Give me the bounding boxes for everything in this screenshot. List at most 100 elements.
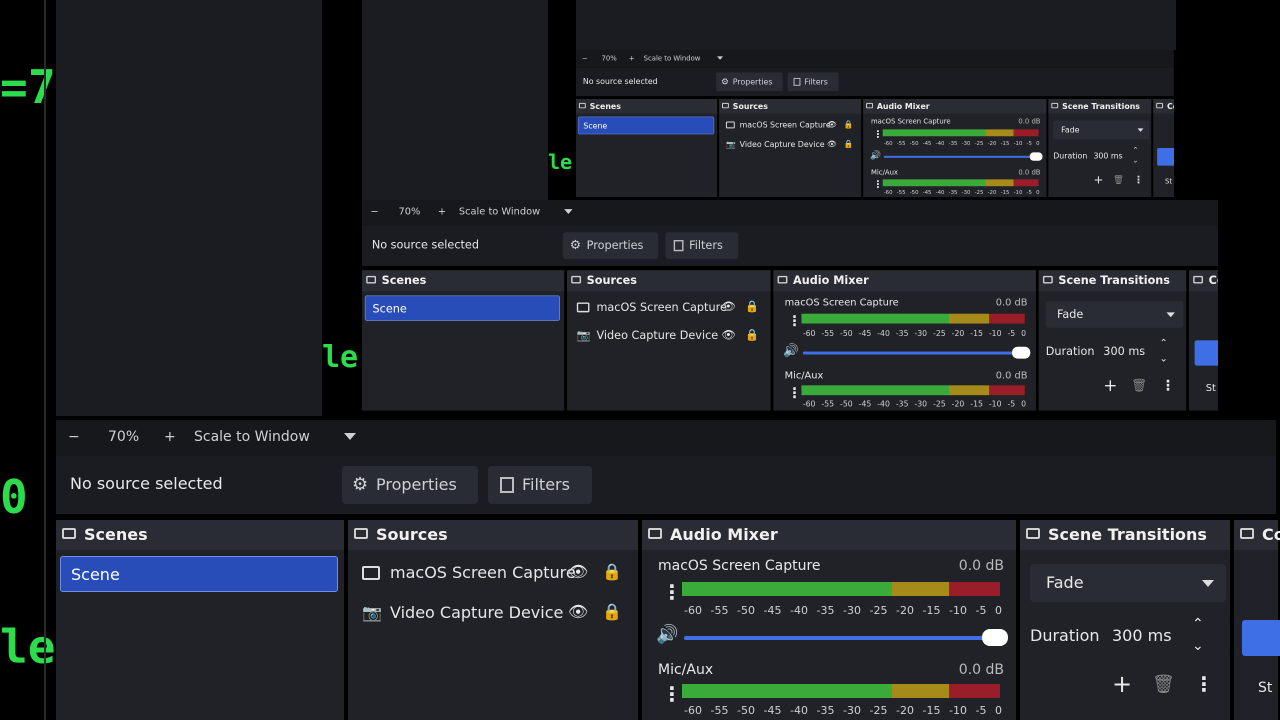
- speaker-icon[interactable]: 🔊: [870, 150, 881, 160]
- chevron-down-icon: [1137, 128, 1144, 132]
- chevron-up-icon[interactable]: ⌃: [1159, 338, 1167, 349]
- chevron-down-icon[interactable]: ⌄: [1192, 638, 1204, 654]
- source-item[interactable]: 📷 Video Capture Device 👁 🔒: [567, 324, 771, 349]
- properties-button[interactable]: ⚙ Properties: [716, 72, 783, 92]
- matrix-char: 7: [28, 60, 56, 114]
- lock-icon[interactable]: 🔒: [602, 602, 622, 621]
- volume-knob[interactable]: [1012, 346, 1031, 359]
- channel-menu-icon[interactable]: ⋮: [873, 178, 883, 190]
- channel-menu-icon[interactable]: ⋮: [787, 312, 801, 329]
- chevron-down-icon[interactable]: ⌄: [1133, 157, 1139, 165]
- source-item[interactable]: macOS Screen Capture 👁 🔒: [719, 117, 861, 135]
- meter-tick: -5: [1026, 189, 1032, 196]
- visibility-eye-icon[interactable]: 👁: [721, 300, 735, 313]
- duration-input[interactable]: 300 ms: [1112, 626, 1172, 645]
- lock-icon[interactable]: 🔒: [602, 562, 622, 581]
- filters-button[interactable]: Filters: [488, 466, 592, 504]
- start-button[interactable]: St: [1206, 383, 1216, 394]
- trash-icon[interactable]: 🗑: [1113, 174, 1124, 184]
- volume-slider[interactable]: [684, 629, 1008, 646]
- properties-button[interactable]: ⚙ Properties: [562, 232, 659, 259]
- zoom-in-button[interactable]: +: [629, 54, 635, 62]
- add-icon[interactable]: +: [1112, 670, 1132, 698]
- gear-icon: ⚙: [569, 237, 582, 253]
- lock-icon[interactable]: 🔒: [745, 328, 759, 341]
- zoom-out-button[interactable]: −: [582, 54, 588, 62]
- meter-tick: -50: [909, 140, 919, 147]
- visibility-eye-icon[interactable]: 👁: [568, 602, 588, 621]
- add-icon[interactable]: +: [1103, 376, 1117, 396]
- source-item[interactable]: macOS Screen Capture 👁 🔒: [567, 295, 771, 320]
- trash-icon[interactable]: 🗑: [1131, 378, 1147, 393]
- transition-select[interactable]: Fade: [1045, 301, 1184, 328]
- properties-button[interactable]: ⚙ Properties: [342, 466, 478, 504]
- channel-name: Mic/Aux: [784, 369, 824, 382]
- zoom-out-button[interactable]: −: [370, 206, 378, 217]
- visibility-eye-icon[interactable]: 👁: [827, 120, 837, 129]
- start-button[interactable]: St: [1258, 680, 1272, 696]
- audio-meter: [682, 582, 1000, 596]
- zoom-out-button[interactable]: −: [68, 429, 80, 445]
- visibility-eye-icon[interactable]: 👁: [721, 328, 735, 341]
- add-icon[interactable]: +: [1093, 173, 1103, 187]
- chevron-down-icon[interactable]: ⌄: [1159, 353, 1167, 364]
- audio-mixer-dock: Audio Mixer macOS Screen Capture 0.0 dB …: [642, 520, 1016, 720]
- scene-item[interactable]: Scene: [364, 295, 560, 321]
- transition-value: Fade: [1056, 307, 1084, 321]
- source-item[interactable]: macOS Screen Capture 👁 🔒: [348, 556, 638, 592]
- meter-tick: -45: [922, 189, 932, 196]
- zoom-in-button[interactable]: +: [438, 206, 446, 217]
- splitter: [44, 0, 46, 720]
- scene-item[interactable]: Scene: [577, 116, 715, 135]
- filters-button[interactable]: Filters: [787, 72, 839, 92]
- volume-slider[interactable]: [883, 152, 1043, 161]
- scale-mode-select[interactable]: Scale to Window: [644, 54, 701, 62]
- channel-menu-icon[interactable]: ⋮: [873, 128, 883, 140]
- start-button[interactable]: St: [1165, 177, 1172, 185]
- studio-mode-button[interactable]: [1157, 148, 1174, 166]
- duration-input[interactable]: 300 ms: [1093, 151, 1122, 160]
- transition-select[interactable]: Fade: [1053, 120, 1150, 140]
- more-options-icon[interactable]: ⋮: [1194, 672, 1214, 696]
- trash-icon[interactable]: 🗑: [1152, 674, 1175, 695]
- scene-item[interactable]: Scene: [60, 556, 338, 592]
- source-label: Video Capture Device: [596, 328, 719, 342]
- channel-menu-icon[interactable]: ⋮: [662, 580, 682, 604]
- more-options-icon[interactable]: ⋮: [1134, 173, 1144, 185]
- lock-icon[interactable]: 🔒: [844, 139, 854, 148]
- volume-knob[interactable]: [982, 629, 1008, 646]
- nested-preview-bg: [362, 0, 574, 200]
- transition-select[interactable]: Fade: [1030, 564, 1226, 602]
- visibility-eye-icon[interactable]: 👁: [827, 139, 837, 148]
- duration-input[interactable]: 300 ms: [1103, 345, 1145, 358]
- chevron-down-icon[interactable]: [564, 209, 573, 215]
- meter-tick: -60: [883, 140, 893, 147]
- visibility-eye-icon[interactable]: 👁: [568, 562, 588, 581]
- studio-mode-button[interactable]: [1194, 340, 1218, 366]
- source-toolbar: No source selected ⚙ Properties Filters: [576, 67, 1174, 97]
- more-options-icon[interactable]: ⋮: [1161, 377, 1175, 394]
- filters-button[interactable]: Filters: [665, 232, 739, 259]
- source-item[interactable]: 📷 Video Capture Device 👁 🔒: [719, 136, 861, 154]
- chevron-up-icon[interactable]: ⌃: [1192, 616, 1204, 632]
- scale-mode-select[interactable]: Scale to Window: [194, 429, 310, 445]
- chevron-down-icon[interactable]: [717, 56, 723, 60]
- meter-tick: -60: [802, 399, 816, 409]
- lock-icon[interactable]: 🔒: [844, 120, 854, 129]
- channel-menu-icon[interactable]: ⋮: [662, 682, 682, 706]
- controls-dock: Co St: [1234, 520, 1280, 720]
- speaker-icon[interactable]: 🔊: [656, 624, 678, 645]
- chevron-down-icon[interactable]: [344, 433, 356, 440]
- source-item[interactable]: 📷 Video Capture Device 👁 🔒: [348, 596, 638, 632]
- scale-mode-select[interactable]: Scale to Window: [459, 206, 540, 217]
- chevron-up-icon[interactable]: ⌃: [1133, 146, 1139, 154]
- audio-mixer-header: Audio Mixer: [642, 520, 1016, 550]
- volume-slider[interactable]: [802, 346, 1031, 359]
- studio-mode-button[interactable]: [1242, 620, 1280, 656]
- dock-icon: [354, 528, 368, 539]
- channel-menu-icon[interactable]: ⋮: [787, 384, 801, 401]
- volume-knob[interactable]: [1029, 152, 1043, 161]
- speaker-icon[interactable]: 🔊: [783, 343, 799, 358]
- lock-icon[interactable]: 🔒: [745, 300, 759, 313]
- zoom-in-button[interactable]: +: [164, 429, 176, 445]
